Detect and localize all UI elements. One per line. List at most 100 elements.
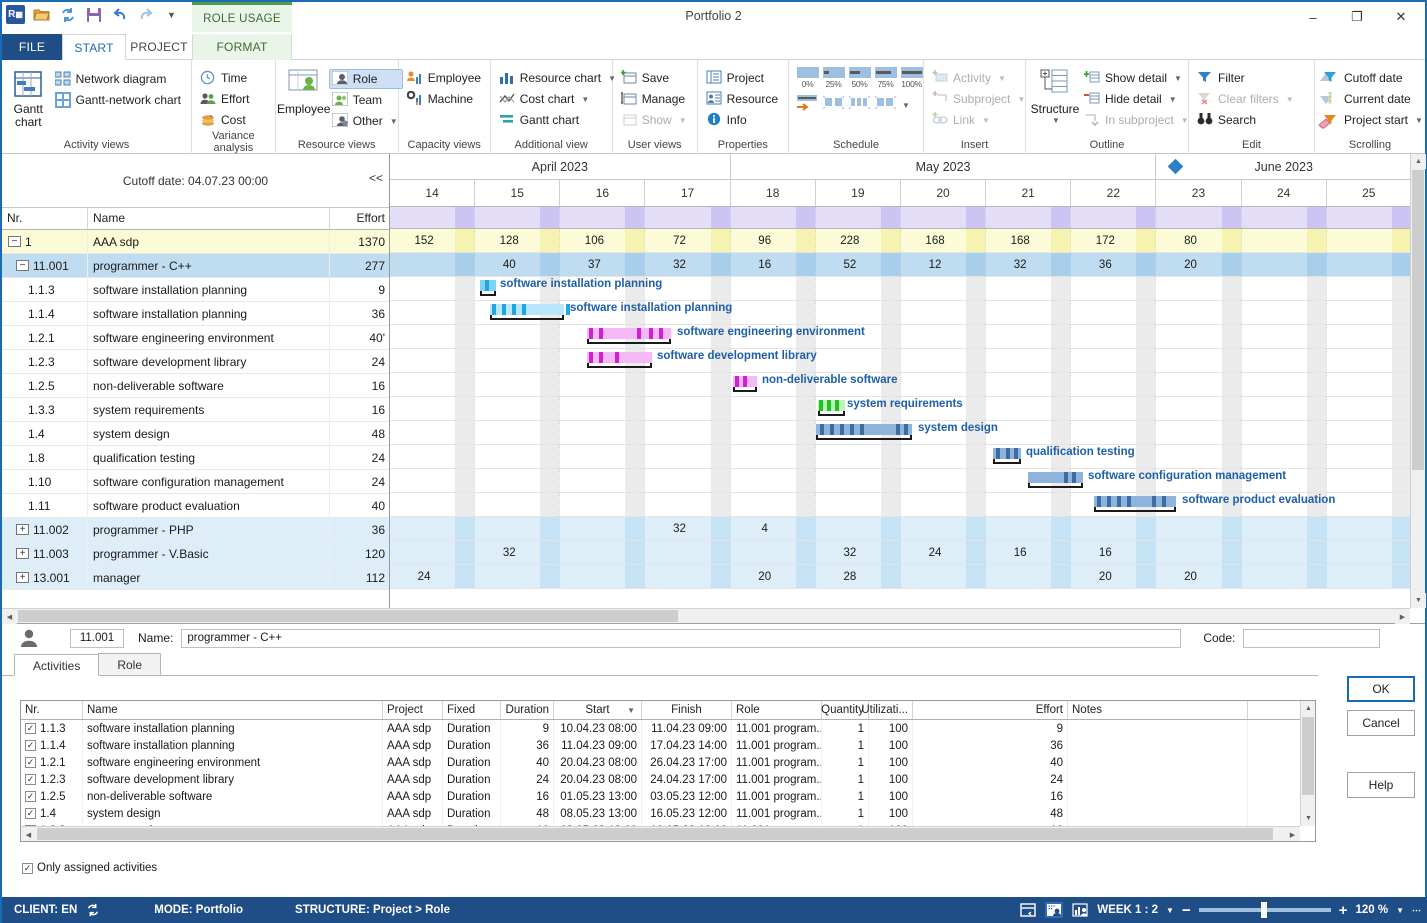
zoom-chevron-icon[interactable]: ▼ [1396,906,1404,915]
chart-row[interactable]: software engineering environment [390,325,1425,349]
tab-role[interactable]: Role [98,653,162,675]
maximize-button[interactable]: ❐ [1335,2,1379,32]
gantt-bar[interactable] [587,328,671,344]
gantt-chart-additional-button[interactable]: Gantt chart [496,110,621,130]
activities-hscroll-thumb[interactable] [37,828,1273,840]
cutoff-date-button[interactable]: Cutoff date [1320,68,1427,88]
activity-checkbox[interactable]: ✓ [25,808,36,819]
close-button[interactable]: ✕ [1379,2,1423,32]
zoom-out-button[interactable]: − [1182,902,1191,919]
tab-file[interactable]: FILE [2,34,62,60]
team-button[interactable]: Team [329,90,403,110]
effort-button[interactable]: Effort [197,89,254,109]
week-scale-label[interactable]: WEEK 1 : 2 [1097,904,1158,916]
chart-row[interactable]: software installation planning [390,277,1425,301]
chart-row[interactable]: 32 32 24 16 16 [390,541,1425,565]
col-effort[interactable]: Effort [913,701,1068,719]
activities-vscroll-thumb[interactable] [1302,717,1314,795]
col-nr[interactable]: Nr. [21,701,83,719]
scroll-left-arrow[interactable]: ◀ [2,609,17,624]
table-row[interactable]: 1.4 system design 48 [2,422,389,446]
structure-button[interactable]: Structure ▼ [1031,67,1079,127]
chevron-down-icon[interactable]: ▼ [902,101,910,110]
gantt-horizontal-scrollbar[interactable]: ◀ ▶ [2,608,1410,624]
col-fixed[interactable]: Fixed [443,701,501,719]
col-finish[interactable]: Finish [642,701,732,719]
percent-100-button[interactable]: 100% [900,67,923,89]
table-row[interactable]: 1.2.1 software engineering environment 40' [2,326,389,350]
resize-grip-icon[interactable]: ⋯ [1412,905,1421,916]
col-duration[interactable]: Duration [501,701,554,719]
zoom-in-button[interactable]: + [1339,902,1348,919]
table-row[interactable]: 1.8 qualification testing 24 [2,446,389,470]
chart-row[interactable]: software development library [390,349,1425,373]
activity-checkbox[interactable]: ✓ [25,723,36,734]
activity-checkbox[interactable]: ✓ [25,740,36,751]
help-button[interactable]: Help [1347,772,1415,798]
gantt-chart-button[interactable]: Gantt chart [7,67,50,131]
detail-code-input[interactable] [1243,628,1381,648]
col-notes[interactable]: Notes [1068,701,1248,719]
table-row[interactable]: +13.001 manager 112 [2,566,389,590]
schedule-split-button[interactable] [822,93,845,115]
scroll-down-arrow[interactable]: ▼ [1411,593,1426,608]
collapse-panel-button[interactable]: << [369,171,383,185]
collapse-toggle-icon[interactable]: − [16,260,29,271]
table-row[interactable]: +11.002 programmer - PHP 36 [2,518,389,542]
column-header-name[interactable]: Name [88,208,330,229]
activity-checkbox[interactable]: ✓ [25,791,36,802]
ok-button[interactable]: OK [1347,676,1415,702]
chart-row[interactable]: 152 128 106 72 96 228 168 168 172 80 [390,229,1425,253]
expand-toggle-icon[interactable]: + [16,524,29,535]
project-properties-button[interactable]: Project [703,68,783,88]
col-utilization[interactable]: Utilizati... [861,701,913,719]
tab-start[interactable]: START [62,34,126,60]
activity-row[interactable]: ✓ 1.1.4 software installation planning AAA … [21,737,1315,754]
chevron-down-icon[interactable]: ▼ [1415,116,1423,125]
machine-button[interactable]: Machine [404,89,486,109]
sync-icon[interactable] [84,902,102,918]
gantt-bar[interactable] [993,448,1021,464]
tab-project[interactable]: PROJECT [126,34,192,60]
scroll-right-arrow[interactable]: ▶ [1395,609,1410,624]
gantt-bar[interactable] [818,400,845,416]
table-row[interactable]: −11.001 programmer - C++ 277 [2,254,389,278]
network-diagram-button[interactable]: Network diagram [52,69,186,89]
cost-button[interactable]: Cost [197,110,254,130]
activity-checkbox[interactable]: ✓ [25,757,36,768]
activities-horizontal-scrollbar[interactable]: ◀ ▶ [21,826,1300,841]
schedule-optimize-button[interactable] [874,93,897,115]
hide-detail-button[interactable]: Hide detail ▼ [1081,89,1194,109]
activities-scroll-down-arrow[interactable]: ▼ [1301,811,1315,826]
gantt-bar[interactable] [1028,472,1083,488]
project-start-button[interactable]: Project start ▼ [1320,110,1427,130]
activity-row[interactable]: ✓ 1.1.3 software installation planning AAA … [21,720,1315,737]
activity-row[interactable]: ✓ 1.2.1 software engineering environment AA… [21,754,1315,771]
chevron-down-icon[interactable]: ▼ [1169,95,1177,104]
activities-scroll-right-arrow[interactable]: ▶ [1285,827,1300,841]
cancel-button[interactable]: Cancel [1347,710,1415,736]
chart-row[interactable]: software product evaluation [390,493,1425,517]
current-date-button[interactable]: Current date [1320,89,1427,109]
table-row[interactable]: 1.1.3 software installation planning 9 [2,278,389,302]
col-role[interactable]: Role [732,701,822,719]
cost-chart-button[interactable]: Cost chart ▼ [496,89,621,109]
schedule-asap-button[interactable] [796,93,819,115]
chart-row[interactable]: 32 4 [390,517,1425,541]
chevron-down-icon[interactable]: ▼ [1174,74,1182,83]
employee-capacity-button[interactable]: Employee [404,68,486,88]
gantt-bar[interactable] [587,352,652,368]
time-button[interactable]: Time [197,68,254,88]
table-row[interactable]: 1.1.4 software installation planning 36 [2,302,389,326]
schedule-level-button[interactable] [848,93,871,115]
percent-75-button[interactable]: 75% [874,67,897,89]
save-view-button[interactable]: Save [618,68,692,88]
chart-row[interactable]: system design [390,421,1425,445]
other-resource-button[interactable]: Other ▼ [329,111,403,131]
capacity-view-icon[interactable] [1071,902,1089,918]
week-scale-chevron-icon[interactable]: ▼ [1166,906,1174,915]
minimize-button[interactable]: – [1291,2,1335,32]
percent-50-button[interactable]: 50% [848,67,871,89]
resource-chart-button[interactable]: Resource chart ▼ [496,68,621,88]
gantt-vscroll-thumb[interactable] [1412,170,1424,470]
